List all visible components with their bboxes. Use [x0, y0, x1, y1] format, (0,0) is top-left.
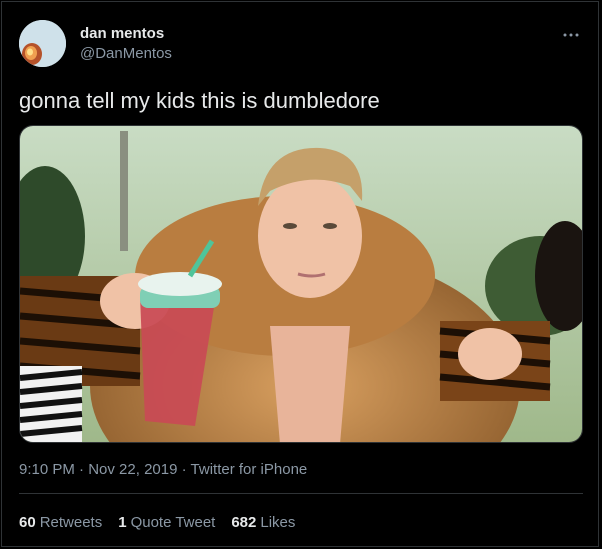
likes-count: 682 [231, 514, 257, 531]
quotes-count: 1 [118, 514, 127, 531]
quotes-label: Quote Tweet [130, 514, 216, 531]
tweet-text: gonna tell my kids this is dumbledore [19, 88, 380, 113]
retweets-stat[interactable]: 60 Retweets [19, 514, 102, 531]
author-handle[interactable]: @DanMentos [80, 45, 172, 62]
more-horizontal-icon[interactable] [563, 27, 585, 39]
tweet-time[interactable]: 9:10 PM [19, 461, 75, 478]
divider [19, 493, 583, 494]
tweet-source[interactable]: Twitter for iPhone [191, 461, 308, 478]
author-name[interactable]: dan mentos [80, 25, 164, 42]
retweets-label: Retweets [39, 514, 103, 531]
tweet-date[interactable]: Nov 22, 2019 [88, 461, 177, 478]
retweets-count: 60 [19, 514, 36, 531]
tweet-media-image[interactable] [19, 125, 583, 443]
likes-stat[interactable]: 682 Likes [231, 514, 295, 531]
meta-separator: · [79, 461, 85, 478]
tweet-stats: 60 Retweets 1 Quote Tweet 682 Likes [19, 514, 311, 531]
tweet-meta: 9:10 PM · Nov 22, 2019 · Twitter for iPh… [19, 461, 307, 478]
avatar[interactable] [19, 20, 66, 67]
likes-label: Likes [260, 514, 296, 531]
meta-separator: · [181, 461, 187, 478]
quote-tweets-stat[interactable]: 1 Quote Tweet [118, 514, 215, 531]
